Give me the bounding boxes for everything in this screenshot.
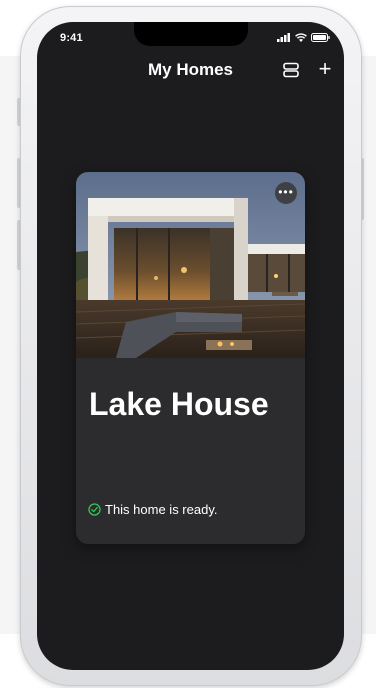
status-message: This home is ready. xyxy=(105,502,218,517)
battery-icon xyxy=(311,33,330,42)
app-screen: 9:41 My Homes + ••• Lake House This home… xyxy=(37,22,344,670)
ellipsis-icon: ••• xyxy=(278,185,294,199)
wifi-icon xyxy=(295,33,307,42)
list-view-button[interactable] xyxy=(282,62,300,78)
list-icon xyxy=(283,62,299,78)
status-time: 9:41 xyxy=(60,32,83,44)
more-options-button[interactable]: ••• xyxy=(275,182,297,204)
home-card[interactable]: ••• Lake House This home is ready. xyxy=(76,172,305,544)
status-icons xyxy=(277,33,330,42)
plus-icon: + xyxy=(318,56,332,81)
home-name: Lake House xyxy=(89,386,269,422)
add-home-button[interactable]: + xyxy=(316,58,334,80)
home-photo xyxy=(76,172,305,358)
check-circle-icon xyxy=(88,503,101,516)
notch xyxy=(134,22,248,46)
home-status: This home is ready. xyxy=(88,502,217,517)
cellular-icon xyxy=(277,33,290,42)
